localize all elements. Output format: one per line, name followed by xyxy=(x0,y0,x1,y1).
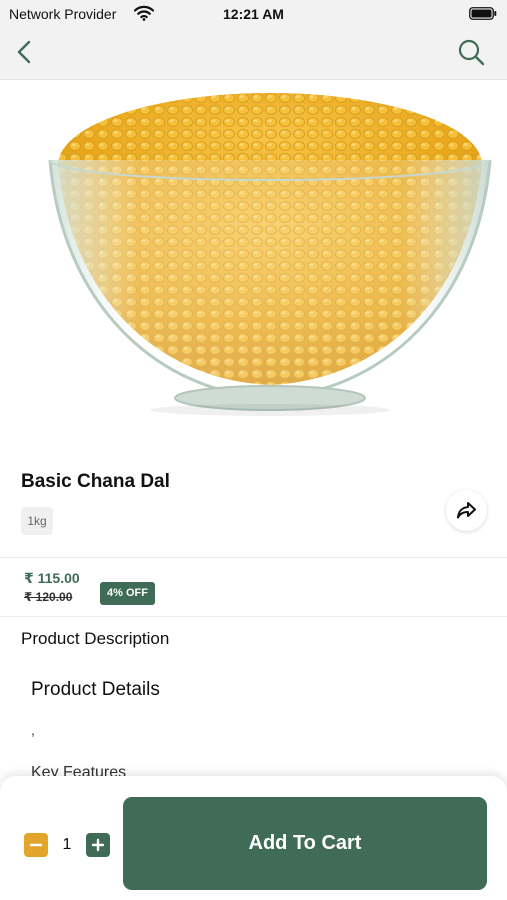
navigation-bar xyxy=(0,28,507,80)
price: ₹ 115.00 xyxy=(24,570,80,586)
plus-icon xyxy=(91,838,105,852)
back-button[interactable] xyxy=(10,36,42,68)
status-bar: Network Provider 12:21 AM xyxy=(0,0,507,28)
battery-icon xyxy=(469,7,497,20)
chevron-left-icon xyxy=(17,40,31,64)
product-details-heading: Product Details xyxy=(31,679,160,700)
share-button[interactable] xyxy=(446,490,487,531)
weight-badge: 1kg xyxy=(21,507,53,535)
discount-badge: 4% OFF xyxy=(100,582,155,605)
divider xyxy=(0,616,507,617)
increase-quantity-button[interactable] xyxy=(86,833,110,857)
add-to-cart-button[interactable]: Add To Cart xyxy=(123,797,487,890)
product-description-heading: Product Description xyxy=(21,629,170,648)
divider xyxy=(0,557,507,558)
quantity-value: 1 xyxy=(62,836,72,853)
clock: 12:21 AM xyxy=(223,6,284,22)
product-details-text: , xyxy=(31,722,35,738)
search-icon xyxy=(458,39,485,66)
original-price: ₹ 120.00 xyxy=(24,590,73,604)
decrease-quantity-button[interactable] xyxy=(24,833,48,857)
search-button[interactable] xyxy=(455,36,487,68)
product-name: Basic Chana Dal xyxy=(21,471,170,492)
product-image xyxy=(48,93,492,416)
share-icon xyxy=(457,502,476,519)
minus-icon xyxy=(29,843,43,847)
